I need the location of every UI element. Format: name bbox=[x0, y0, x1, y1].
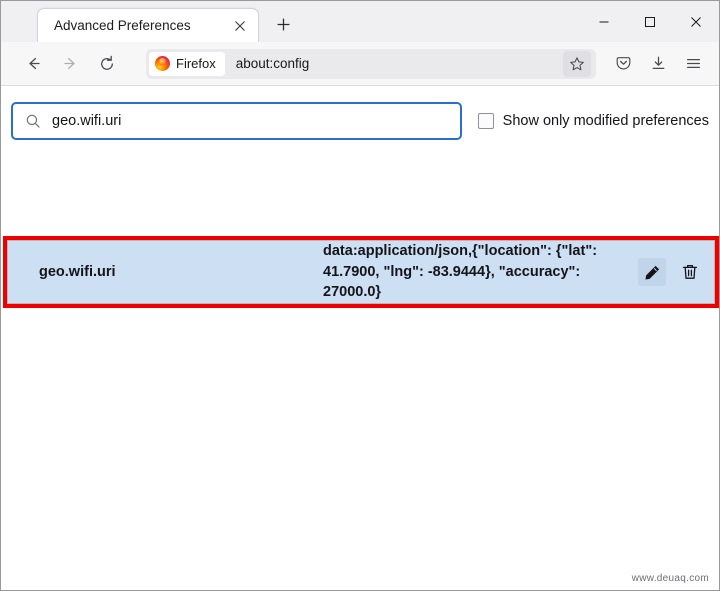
navigation-toolbar: Firefox about:config bbox=[1, 42, 719, 86]
show-modified-checkbox[interactable] bbox=[477, 113, 494, 129]
search-input-value: geo.wifi.uri bbox=[52, 113, 122, 129]
edit-preference-button[interactable] bbox=[638, 258, 666, 286]
show-modified-preferences-row[interactable]: Show only modified preferences bbox=[477, 113, 709, 129]
firefox-logo-icon bbox=[155, 56, 170, 71]
browser-window: Advanced Preferences Firefox about:confi… bbox=[0, 0, 720, 591]
minimize-button[interactable] bbox=[581, 1, 627, 42]
reload-button[interactable] bbox=[91, 48, 123, 80]
url-text[interactable]: about:config bbox=[225, 56, 563, 71]
filter-row: geo.wifi.uri Show only modified preferen… bbox=[1, 86, 719, 144]
window-controls bbox=[581, 1, 719, 42]
table-row[interactable]: geo.wifi.uri data:application/json,{"loc… bbox=[7, 240, 715, 304]
preference-value[interactable]: data:application/json,{"location": {"lat… bbox=[323, 241, 638, 303]
about-config-page: geo.wifi.uri Show only modified preferen… bbox=[1, 86, 719, 590]
identity-label: Firefox bbox=[176, 56, 216, 71]
hamburger-menu-icon[interactable] bbox=[678, 48, 709, 79]
show-modified-label: Show only modified preferences bbox=[502, 113, 709, 129]
forward-button[interactable] bbox=[54, 48, 86, 80]
pocket-icon[interactable] bbox=[608, 48, 639, 79]
delete-preference-button[interactable] bbox=[676, 258, 704, 286]
identity-chip[interactable]: Firefox bbox=[149, 51, 225, 76]
watermark: www.deuaq.com bbox=[631, 573, 709, 584]
downloads-icon[interactable] bbox=[643, 48, 674, 79]
tab-title: Advanced Preferences bbox=[54, 18, 191, 33]
bookmark-star-icon[interactable] bbox=[563, 50, 591, 77]
tab-strip: Advanced Preferences bbox=[1, 1, 719, 42]
search-icon bbox=[25, 113, 41, 129]
back-button[interactable] bbox=[17, 48, 49, 80]
preference-search-input[interactable]: geo.wifi.uri bbox=[11, 102, 462, 140]
tab-close-icon[interactable] bbox=[228, 14, 252, 38]
close-button[interactable] bbox=[673, 1, 719, 42]
preference-name: geo.wifi.uri bbox=[39, 264, 116, 280]
tab-advanced-preferences[interactable]: Advanced Preferences bbox=[37, 8, 259, 42]
maximize-button[interactable] bbox=[627, 1, 673, 42]
new-tab-button[interactable] bbox=[268, 9, 298, 39]
address-bar[interactable]: Firefox about:config bbox=[146, 48, 596, 79]
